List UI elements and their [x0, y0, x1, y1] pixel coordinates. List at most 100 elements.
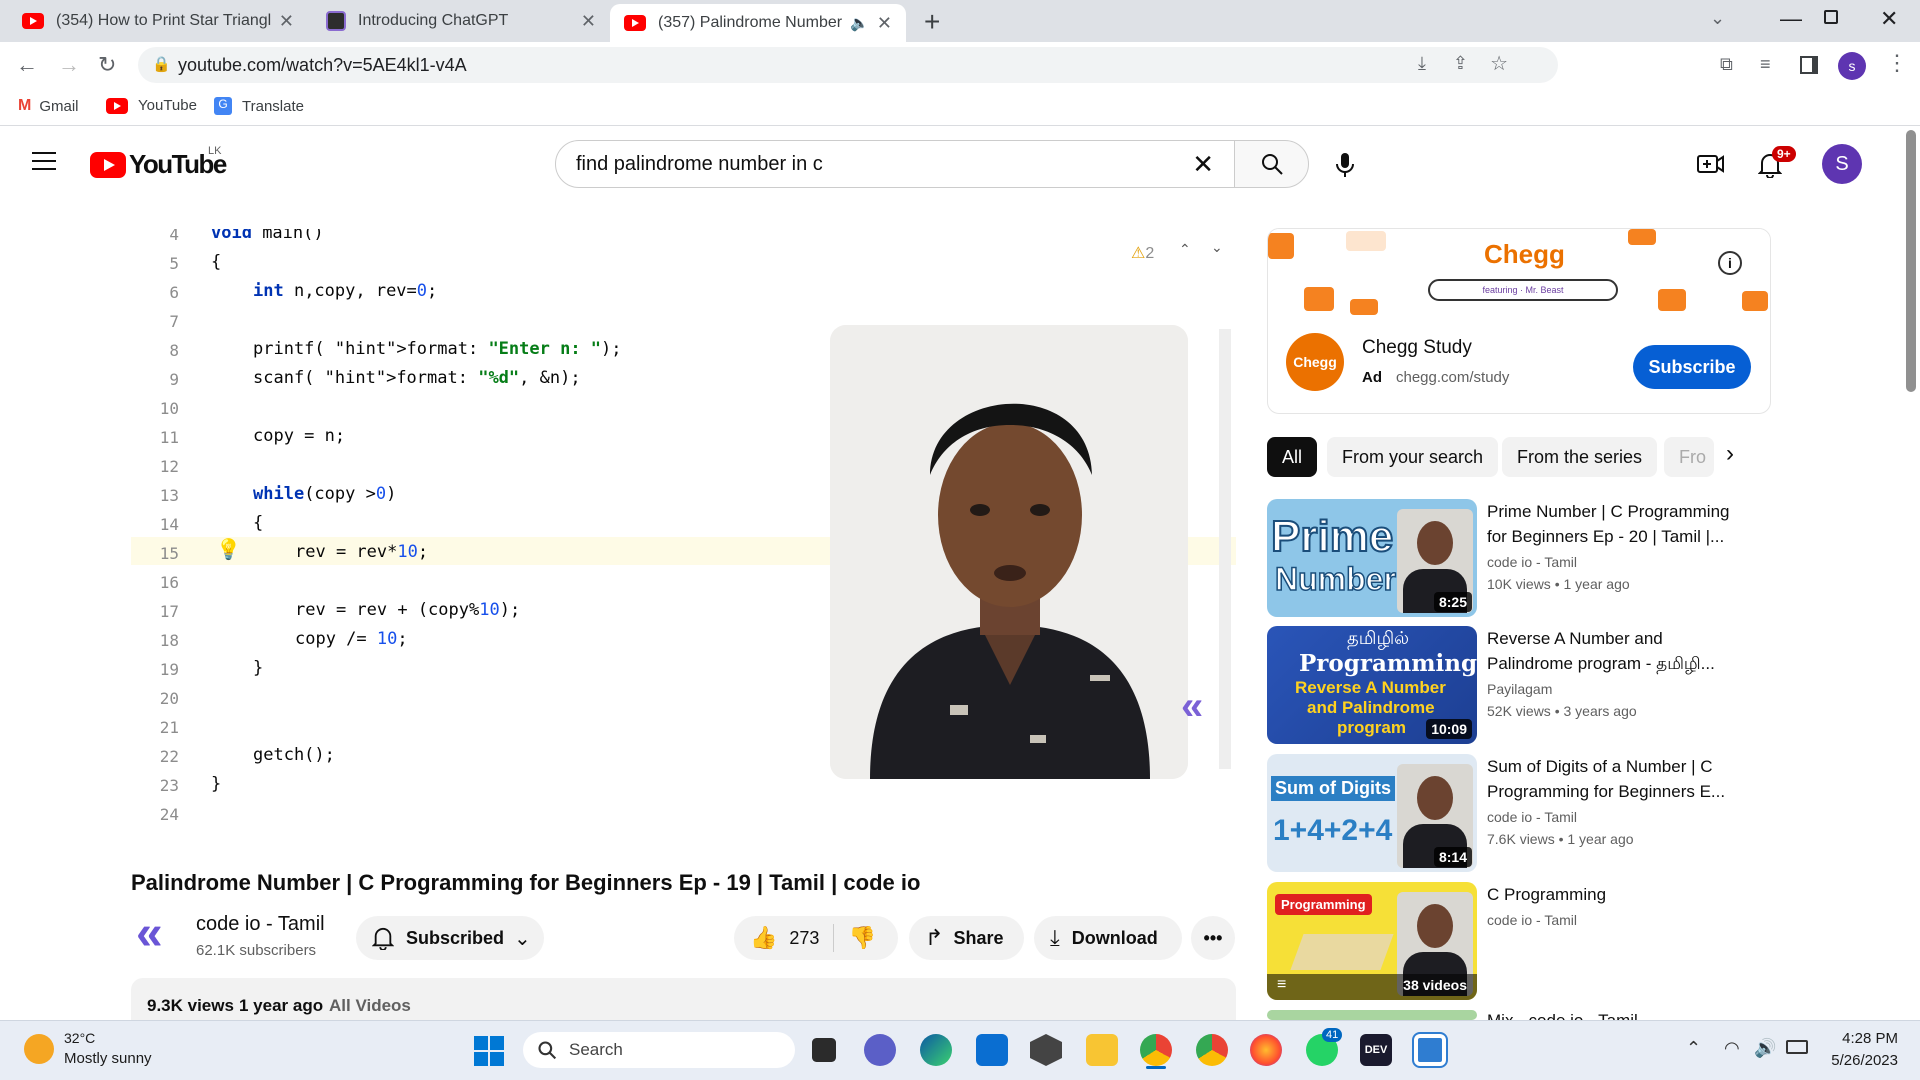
side-panel-icon[interactable] — [1800, 56, 1818, 74]
bookmark-youtube[interactable]: YouTube — [106, 97, 197, 114]
firefox-icon[interactable] — [1250, 1034, 1282, 1066]
close-tab-icon[interactable]: ✕ — [279, 11, 294, 32]
bookmark-star-icon[interactable]: ☆ — [1490, 51, 1508, 76]
chip-from-the-series[interactable]: From the series — [1502, 437, 1658, 477]
browser-tab[interactable]: (354) How to Print Star Triangle P ✕ — [8, 0, 308, 42]
tray-chevron-up-icon[interactable]: ⌃ — [1686, 1038, 1701, 1059]
account-avatar[interactable]: S — [1822, 144, 1862, 184]
ad-card[interactable]: Chegg featuring · Mr. Beast i Chegg Cheg… — [1267, 228, 1771, 414]
forward-icon[interactable]: → — [58, 52, 80, 78]
wifi-icon[interactable]: ◠ — [1724, 1038, 1740, 1059]
ad-subscribe-button[interactable]: Subscribe — [1633, 345, 1751, 389]
like-icon[interactable]: 👍 — [750, 925, 777, 951]
taskbar-search[interactable]: Search — [523, 1032, 795, 1068]
reload-icon[interactable]: ↻ — [98, 52, 116, 78]
youtube-logo[interactable]: YouTube — [90, 149, 227, 180]
create-button[interactable] — [1697, 152, 1725, 181]
address-bar[interactable]: 🔒 youtube.com/watch?v=5AE4kl1-v4A ⤓ ⇪ ☆ — [138, 47, 1558, 83]
mail-icon[interactable] — [976, 1034, 1008, 1066]
teams-chat-icon[interactable] — [864, 1034, 896, 1066]
weather-icon[interactable] — [24, 1034, 54, 1064]
recommendation-item[interactable]: Sum of Digits 1+4+2+4 8:14 Sum of Digits… — [1267, 754, 1787, 872]
recommendation-item[interactable]: Mix - code io - Tamil — [1267, 1010, 1787, 1020]
chip-all[interactable]: All — [1267, 437, 1318, 477]
snipping-tool-icon[interactable] — [1412, 1032, 1448, 1068]
clear-search-icon[interactable]: ✕ — [1192, 149, 1214, 180]
profile-avatar[interactable]: s — [1838, 52, 1866, 80]
more-menu-icon[interactable]: ⋮ — [1886, 50, 1908, 76]
start-icon[interactable] — [474, 1036, 504, 1066]
extensions-icon[interactable]: ⧉ — [1720, 54, 1733, 75]
more-actions-button[interactable]: ••• — [1191, 916, 1235, 960]
close-tab-icon[interactable]: ✕ — [877, 13, 892, 34]
volume-icon[interactable]: 🔊 — [1754, 1038, 1776, 1059]
page-scrollbar[interactable] — [1906, 130, 1916, 392]
channel-name[interactable]: code io - Tamil — [196, 913, 325, 936]
browser-tab[interactable]: Introducing ChatGPT ✕ — [312, 0, 610, 42]
search-button[interactable] — [1234, 140, 1309, 188]
bookmark-gmail[interactable]: M Gmail — [18, 97, 79, 115]
file-explorer-icon[interactable] — [1086, 1034, 1118, 1066]
description-box[interactable]: 9.3K views 1 year ago All Videos — [131, 978, 1236, 1020]
like-count[interactable]: 273 — [789, 928, 819, 949]
chip-more[interactable]: Fro — [1664, 437, 1714, 477]
restore-icon[interactable] — [1824, 10, 1838, 24]
recommendation-channel[interactable]: code io - Tamil — [1487, 809, 1577, 825]
hamburger-menu-icon[interactable] — [32, 152, 56, 170]
close-window-icon[interactable]: ✕ — [1880, 6, 1898, 32]
share-page-icon[interactable]: ⇪ — [1453, 53, 1468, 74]
recommendation-title[interactable]: Mix - code io - Tamil — [1487, 1010, 1747, 1020]
weather-temp[interactable]: 32°C — [64, 1030, 95, 1046]
recommendation-item[interactable]: தமிழில் Programming Reverse A Number and… — [1267, 626, 1787, 744]
recommendation-title[interactable]: Sum of Digits of a Number | C Programmin… — [1487, 754, 1747, 804]
battery-icon[interactable] — [1786, 1040, 1808, 1054]
youtube-logo-icon — [90, 151, 126, 178]
speaker-icon[interactable]: 🔈 — [850, 14, 869, 32]
search-input[interactable]: find palindrome number in c ✕ — [555, 140, 1235, 188]
recommendation-item[interactable]: Prime Number 8:25 Prime Number | C Progr… — [1267, 499, 1787, 617]
video-thumbnail[interactable]: Programming ≡ 38 videos — [1267, 882, 1477, 1000]
recommendation-item[interactable]: Programming ≡ 38 videos C Programming co… — [1267, 882, 1787, 1000]
ad-info-icon[interactable]: i — [1718, 251, 1742, 275]
clock-date[interactable]: 5/26/2023 — [1824, 1052, 1898, 1069]
voice-search-button[interactable] — [1334, 152, 1356, 183]
tab-search-icon[interactable]: ⌄ — [1710, 8, 1725, 29]
hashtag-link[interactable]: All Videos — [329, 996, 411, 1016]
dev-cpp-icon[interactable]: DEV — [1360, 1034, 1392, 1066]
video-thumbnail[interactable]: Prime Number 8:25 — [1267, 499, 1477, 617]
media-control-icon[interactable]: ≡ — [1760, 54, 1771, 75]
video-thumbnail[interactable]: தமிழில் Programming Reverse A Number and… — [1267, 626, 1477, 744]
recommendation-channel[interactable]: code io - Tamil — [1487, 912, 1577, 928]
thumbnail-graphic — [1290, 934, 1394, 970]
chrome-profile-icon[interactable] — [1196, 1034, 1228, 1066]
lock-icon: 🔒 — [152, 56, 171, 73]
browser-tab-active[interactable]: (357) Palindrome Number | C 🔈 ✕ — [610, 4, 906, 42]
bookmark-translate[interactable]: G Translate — [214, 97, 304, 115]
video-player[interactable]: ⚠2 ⌃ ⌄ 4 void main() 5 {6 int n,copy, rev=0;… — [131, 229, 1236, 851]
new-tab-button[interactable]: + — [924, 6, 940, 38]
clock-time[interactable]: 4:28 PM — [1836, 1030, 1898, 1047]
recommendation-channel[interactable]: Payilagam — [1487, 681, 1552, 697]
dislike-icon[interactable]: 👎 — [848, 925, 875, 951]
close-tab-icon[interactable]: ✕ — [581, 11, 596, 32]
recommendation-title[interactable]: Prime Number | C Programming for Beginne… — [1487, 499, 1747, 549]
install-icon[interactable]: ⤓ — [1418, 53, 1426, 74]
download-button[interactable]: ⤓ Download — [1034, 916, 1182, 960]
task-view-icon[interactable] — [812, 1038, 836, 1062]
channel-avatar[interactable]: « — [136, 910, 163, 958]
chrome-icon[interactable] — [1140, 1034, 1172, 1066]
subscribed-button[interactable]: Subscribed ⌄ — [356, 916, 544, 960]
share-button[interactable]: ↱ Share — [909, 916, 1024, 960]
recommendation-title[interactable]: Reverse A Number and Palindrome program … — [1487, 626, 1747, 676]
recommendation-title[interactable]: C Programming — [1487, 882, 1747, 907]
chip-from-your-search[interactable]: From your search — [1327, 437, 1499, 477]
recommendation-channel[interactable]: code io - Tamil — [1487, 554, 1577, 570]
video-thumbnail[interactable]: Sum of Digits 1+4+2+4 8:14 — [1267, 754, 1477, 872]
video-thumbnail[interactable] — [1267, 1010, 1477, 1020]
edge-icon[interactable] — [920, 1034, 952, 1066]
ad-domain[interactable]: chegg.com/study — [1396, 369, 1509, 386]
minimize-icon[interactable]: — — [1780, 6, 1802, 32]
chevron-right-icon[interactable]: › — [1726, 440, 1734, 468]
weather-desc[interactable]: Mostly sunny — [64, 1050, 152, 1067]
back-icon[interactable]: ← — [16, 52, 38, 78]
